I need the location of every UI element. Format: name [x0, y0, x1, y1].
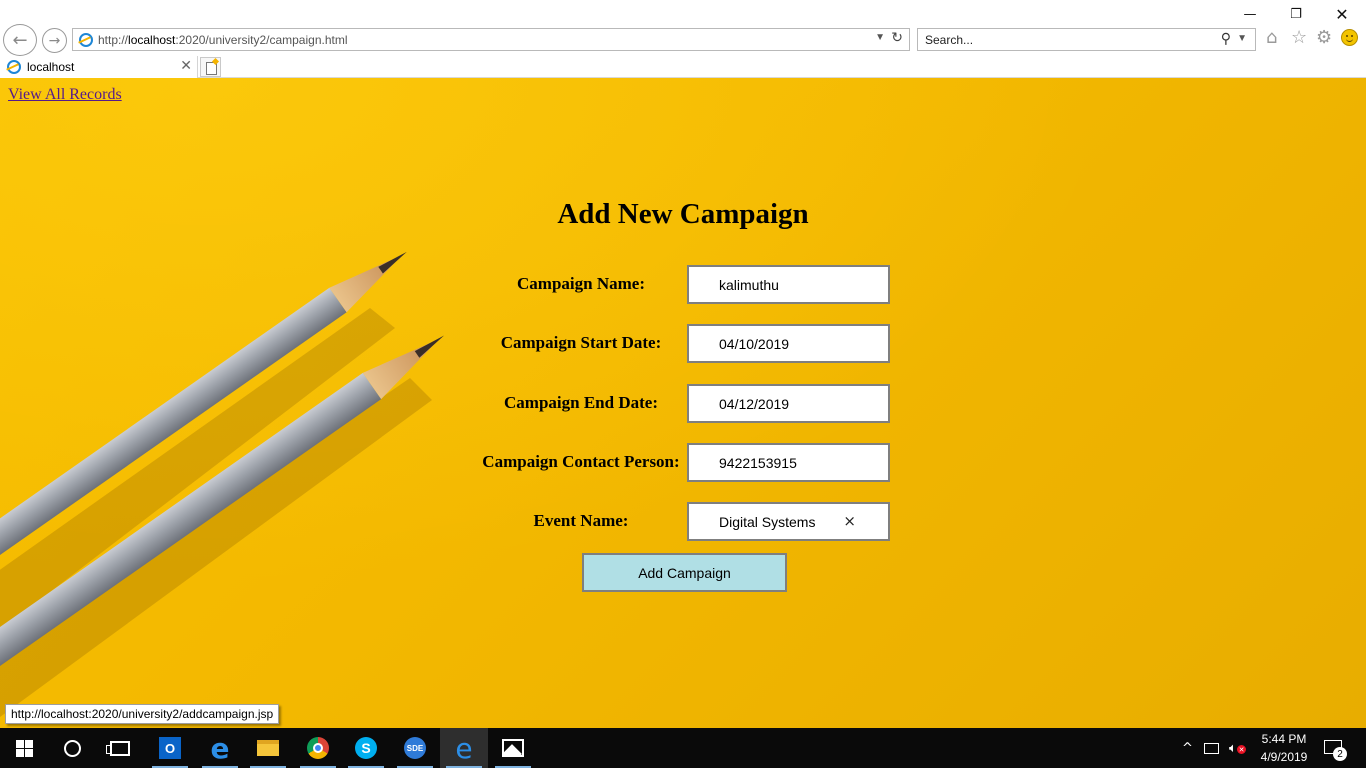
internet-explorer-icon: e — [455, 731, 473, 765]
end-date-input[interactable]: 04/12/2019 — [687, 384, 890, 423]
show-hidden-icons-chevron-icon[interactable]: ^ — [1182, 728, 1193, 768]
campaign-name-input[interactable]: kalimuthu — [687, 265, 890, 304]
favorites-star-icon[interactable]: ☆ — [1291, 27, 1307, 48]
system-clock[interactable]: 5:44 PM 4/9/2019 — [1252, 730, 1316, 766]
cortana-circle-icon — [63, 739, 81, 757]
sde-icon: SDE — [404, 737, 426, 759]
browser-navigation-bar: ← → http://localhost:2020/university2/ca… — [0, 24, 1366, 56]
tab-strip: localhost ✕ — [0, 56, 1366, 78]
network-icon[interactable] — [1204, 728, 1222, 768]
address-path: :2020/university2/campaign.html — [175, 32, 348, 47]
add-campaign-button[interactable]: Add Campaign — [582, 553, 787, 592]
taskbar-internet-explorer[interactable]: e — [440, 728, 488, 768]
taskbar-file-explorer[interactable] — [244, 728, 292, 768]
skype-icon: S — [355, 737, 377, 759]
address-bar[interactable]: http://localhost:2020/university2/campai… — [72, 28, 910, 51]
address-url[interactable]: http://localhost:2020/university2/campai… — [98, 33, 348, 47]
feedback-smiley-icon[interactable] — [1341, 29, 1358, 46]
search-input[interactable]: Search... — [925, 33, 973, 47]
outlook-icon: O — [159, 737, 181, 759]
back-arrow-icon: ← — [12, 29, 28, 51]
settings-gear-icon[interactable]: ⚙ — [1316, 27, 1332, 48]
clock-date: 4/9/2019 — [1260, 750, 1308, 764]
clear-field-icon[interactable]: × — [843, 512, 856, 530]
edge-icon: e — [210, 731, 230, 765]
search-icon[interactable]: ⚲ — [1221, 31, 1231, 47]
notification-count-badge: 2 — [1333, 747, 1347, 761]
page-content: View All Records Add New Campaign Campai… — [0, 78, 1366, 728]
taskbar-photos[interactable] — [489, 728, 537, 768]
campaign-name-label: Campaign Name: — [517, 274, 645, 293]
end-date-label: Campaign End Date: — [504, 393, 658, 412]
volume-icon[interactable]: 🔈︎ — [1229, 728, 1237, 768]
start-button[interactable] — [0, 728, 48, 768]
address-host: localhost — [128, 32, 176, 47]
forward-button[interactable]: → — [42, 28, 67, 53]
volume-muted-icon: ✕ — [1237, 745, 1246, 754]
contact-person-value: 9422153915 — [719, 455, 797, 471]
tab-title: localhost — [27, 60, 75, 74]
start-date-value: 04/10/2019 — [719, 336, 790, 352]
forward-arrow-icon: → — [48, 32, 61, 49]
refresh-icon[interactable]: ↻ — [891, 30, 903, 46]
end-date-value: 04/12/2019 — [719, 396, 790, 412]
address-prefix: http:// — [98, 32, 129, 47]
search-box[interactable]: Search... ⚲ ▼ — [917, 28, 1256, 51]
search-dropdown-icon[interactable]: ▼ — [1237, 33, 1247, 44]
new-tab-button[interactable] — [200, 57, 221, 77]
taskbar-edge[interactable]: e — [196, 728, 244, 768]
windows-taskbar: O e S SDE e — [0, 728, 1366, 768]
home-icon[interactable]: ⌂ — [1266, 27, 1277, 48]
start-date-label: Campaign Start Date: — [500, 333, 662, 352]
event-name-input[interactable]: Digital Systems × — [687, 502, 890, 541]
page-title: Add New Campaign — [557, 198, 809, 230]
back-button[interactable]: ← — [3, 24, 37, 56]
clock-time: 5:44 PM — [1261, 732, 1307, 746]
taskbar-chrome[interactable] — [294, 728, 342, 768]
address-dropdown-icon[interactable]: ▼ — [875, 32, 885, 43]
contact-person-input[interactable]: 9422153915 — [687, 443, 890, 482]
photos-icon — [502, 739, 524, 757]
pencils-background-image — [0, 251, 445, 728]
tab-close-icon[interactable]: ✕ — [180, 58, 192, 74]
windows-logo-icon — [15, 739, 33, 757]
taskbar-sde[interactable]: SDE — [391, 728, 439, 768]
event-name-value: Digital Systems — [719, 514, 816, 530]
ie-tab-icon — [6, 59, 22, 75]
view-all-records-link[interactable]: View All Records — [8, 86, 122, 104]
tab-localhost[interactable]: localhost ✕ — [0, 56, 198, 78]
ie-page-icon — [78, 32, 94, 48]
window-titlebar: — ❐ ✕ — [0, 0, 1366, 26]
task-view-button[interactable] — [96, 728, 144, 768]
taskbar-outlook[interactable]: O — [146, 728, 194, 768]
folder-icon — [257, 740, 279, 756]
contact-person-label: Campaign Contact Person: — [482, 452, 680, 471]
start-date-input[interactable]: 04/10/2019 — [687, 324, 890, 363]
status-url-tooltip: http://localhost:2020/university2/addcam… — [5, 704, 280, 724]
chrome-icon — [307, 737, 329, 759]
taskbar-skype[interactable]: S — [342, 728, 390, 768]
campaign-name-value: kalimuthu — [719, 277, 779, 293]
cortana-button[interactable] — [48, 728, 96, 768]
task-view-icon — [106, 740, 130, 756]
event-name-label: Event Name: — [533, 511, 629, 530]
